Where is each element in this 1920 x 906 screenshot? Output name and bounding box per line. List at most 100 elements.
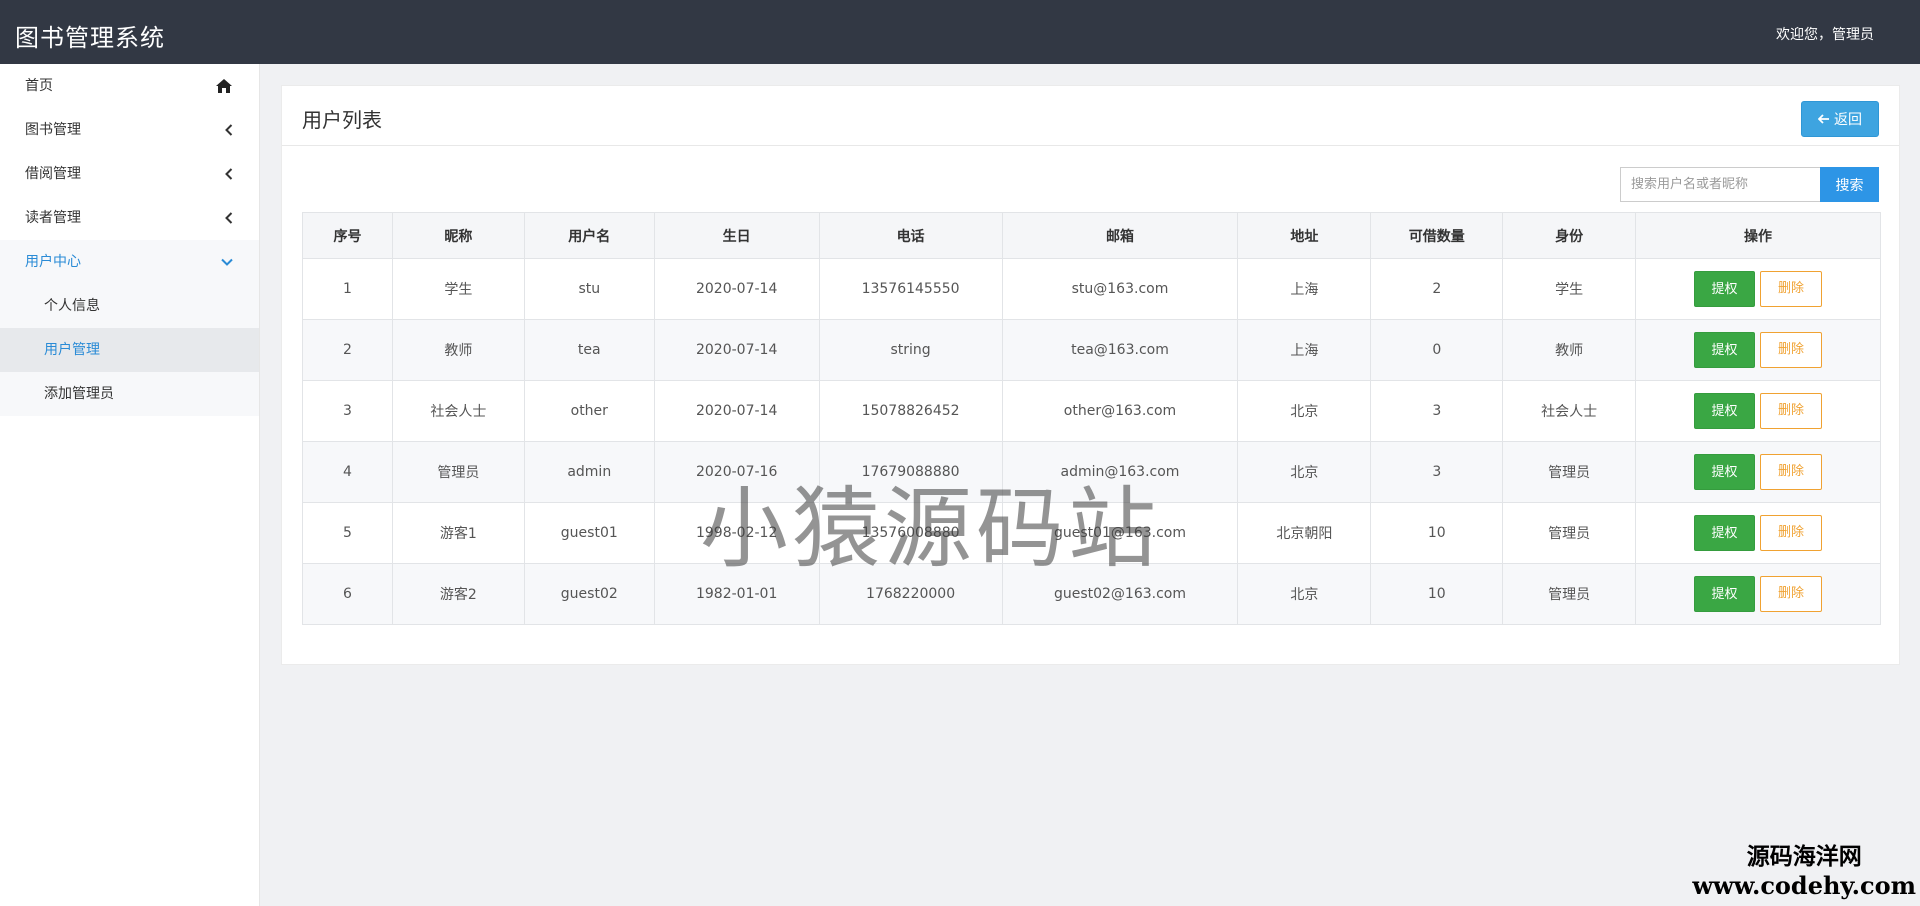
grant-button[interactable]: 提权 [1694,271,1756,307]
table-cell: 13576145550 [818,258,1003,320]
sidebar-subitem-profile[interactable]: 个人信息 [0,284,259,328]
table-cell: 10 [1370,502,1504,564]
table-cell: 教师 [391,319,525,381]
table-cell-actions: 提权 删除 [1635,441,1881,503]
table-cell-actions: 提权 删除 [1635,563,1881,625]
table-cell: 学生 [391,258,525,320]
sidebar-item-borrow-management[interactable]: 借阅管理 [0,152,259,196]
search-bar: 搜索 [1620,167,1879,202]
table-cell: 3 [302,380,393,442]
user-table: 序号 昵称 用户名 生日 电话 邮箱 地址 可借数量 身份 操作 1 学生 stu 2… [302,212,1881,625]
table-cell: 2020-07-14 [653,380,820,442]
sidebar-item-reader-management[interactable]: 读者管理 [0,196,259,240]
table-cell: 学生 [1502,258,1637,320]
table-cell: 17679088880 [818,441,1003,503]
column-header: 身份 [1502,212,1637,259]
search-input[interactable] [1620,167,1820,202]
column-header: 电话 [818,212,1003,259]
app-title[interactable]: 图书管理系统 [15,18,165,53]
table-cell: 2020-07-14 [653,258,820,320]
search-button[interactable]: 搜索 [1820,167,1879,202]
table-cell-actions: 提权 删除 [1635,502,1881,564]
table-cell: other@163.com [1001,380,1239,442]
table-cell: 管理员 [1502,441,1637,503]
table-cell: 15078826452 [818,380,1003,442]
delete-button[interactable]: 删除 [1760,332,1823,368]
sidebar-submenu-user-center: 个人信息 用户管理 添加管理员 [0,284,259,416]
table-cell: admin@163.com [1001,441,1239,503]
delete-button[interactable]: 删除 [1760,576,1823,612]
sidebar-item-home[interactable]: 首页 [0,64,259,108]
table-cell-actions: 提权 删除 [1635,258,1881,320]
grant-button[interactable]: 提权 [1694,515,1756,551]
sidebar-item-book-management[interactable]: 图书管理 [0,108,259,152]
column-header: 操作 [1635,212,1881,259]
table-cell: tea@163.com [1001,319,1239,381]
table-cell: 社会人士 [391,380,525,442]
table-cell: 北京 [1237,380,1372,442]
table-cell: 3 [1370,380,1504,442]
chevron-left-icon [225,108,233,152]
arrow-left-icon [1818,114,1829,124]
table-cell: tea [523,319,655,381]
column-header: 邮箱 [1001,212,1239,259]
column-header: 生日 [653,212,820,259]
table-cell: 1998-02-12 [653,502,820,564]
table-cell: stu [523,258,655,320]
table-header-row: 序号 昵称 用户名 生日 电话 邮箱 地址 可借数量 身份 操作 [302,212,1881,259]
delete-button[interactable]: 删除 [1760,271,1823,307]
user-list-panel: 用户列表 返回 搜索 序号 昵称 用户名 生日 电话 邮箱 地址 可借数量 身 [281,85,1900,665]
watermark-corner: 源码海洋网 www.codehy.com [1692,837,1916,900]
home-icon [215,64,233,108]
welcome-text: 欢迎您，管理员 [1776,27,1874,43]
delete-button[interactable]: 删除 [1760,515,1823,551]
table-cell: 上海 [1237,319,1372,381]
table-row: 2 教师 tea 2020-07-14 string tea@163.com 上海 0 教师 提权… [302,319,1881,381]
sidebar-subitem-user-management[interactable]: 用户管理 [0,328,259,372]
table-cell: 6 [302,563,393,625]
table-cell: guest02 [523,563,655,625]
table-cell: 0 [1370,319,1504,381]
page-title: 用户列表 [302,108,382,132]
table-cell: 教师 [1502,319,1637,381]
column-header: 用户名 [523,212,655,259]
table-row: 6 游客2 guest02 1982-01-01 1768220000 guest02@1… [302,563,1881,625]
sidebar-item-user-center[interactable]: 用户中心 [0,240,259,284]
table-cell: 游客2 [391,563,525,625]
sidebar-subitem-add-admin[interactable]: 添加管理员 [0,372,259,416]
sidebar-item-label: 个人信息 [44,298,100,314]
chevron-down-icon [221,240,233,284]
table-cell: 游客1 [391,502,525,564]
table-cell: 13576008880 [818,502,1003,564]
sidebar-item-label: 用户中心 [25,254,81,270]
sidebar-item-label: 用户管理 [44,342,100,358]
table-row: 4 管理员 admin 2020-07-16 17679088880 admin@163.… [302,441,1881,503]
delete-button[interactable]: 删除 [1760,454,1823,490]
table-cell: 4 [302,441,393,503]
table-cell-actions: 提权 删除 [1635,319,1881,381]
table-cell: 2 [302,319,393,381]
sidebar: 首页 图书管理 借阅管理 读者管理 用户中心 个人信息 用户管理 添加管理员 [0,64,260,906]
column-header: 序号 [302,212,393,259]
table-cell: 北京 [1237,441,1372,503]
column-header: 昵称 [391,212,525,259]
sidebar-item-label: 读者管理 [25,210,81,226]
table-row: 3 社会人士 other 2020-07-14 15078826452 other@163… [302,380,1881,442]
column-header: 可借数量 [1370,212,1504,259]
chevron-left-icon [225,196,233,240]
table-cell: 北京 [1237,563,1372,625]
sidebar-item-label: 借阅管理 [25,166,81,182]
grant-button[interactable]: 提权 [1694,393,1756,429]
table-cell: guest01@163.com [1001,502,1239,564]
grant-button[interactable]: 提权 [1694,454,1756,490]
grant-button[interactable]: 提权 [1694,332,1756,368]
back-button[interactable]: 返回 [1801,101,1879,137]
delete-button[interactable]: 删除 [1760,393,1823,429]
table-cell: 3 [1370,441,1504,503]
panel-header: 用户列表 返回 [282,86,1899,146]
watermark-corner-title: 源码海洋网 [1746,844,1862,870]
table-cell: guest01 [523,502,655,564]
table-cell: guest02@163.com [1001,563,1239,625]
grant-button[interactable]: 提权 [1694,576,1756,612]
sidebar-item-label: 添加管理员 [44,386,114,402]
